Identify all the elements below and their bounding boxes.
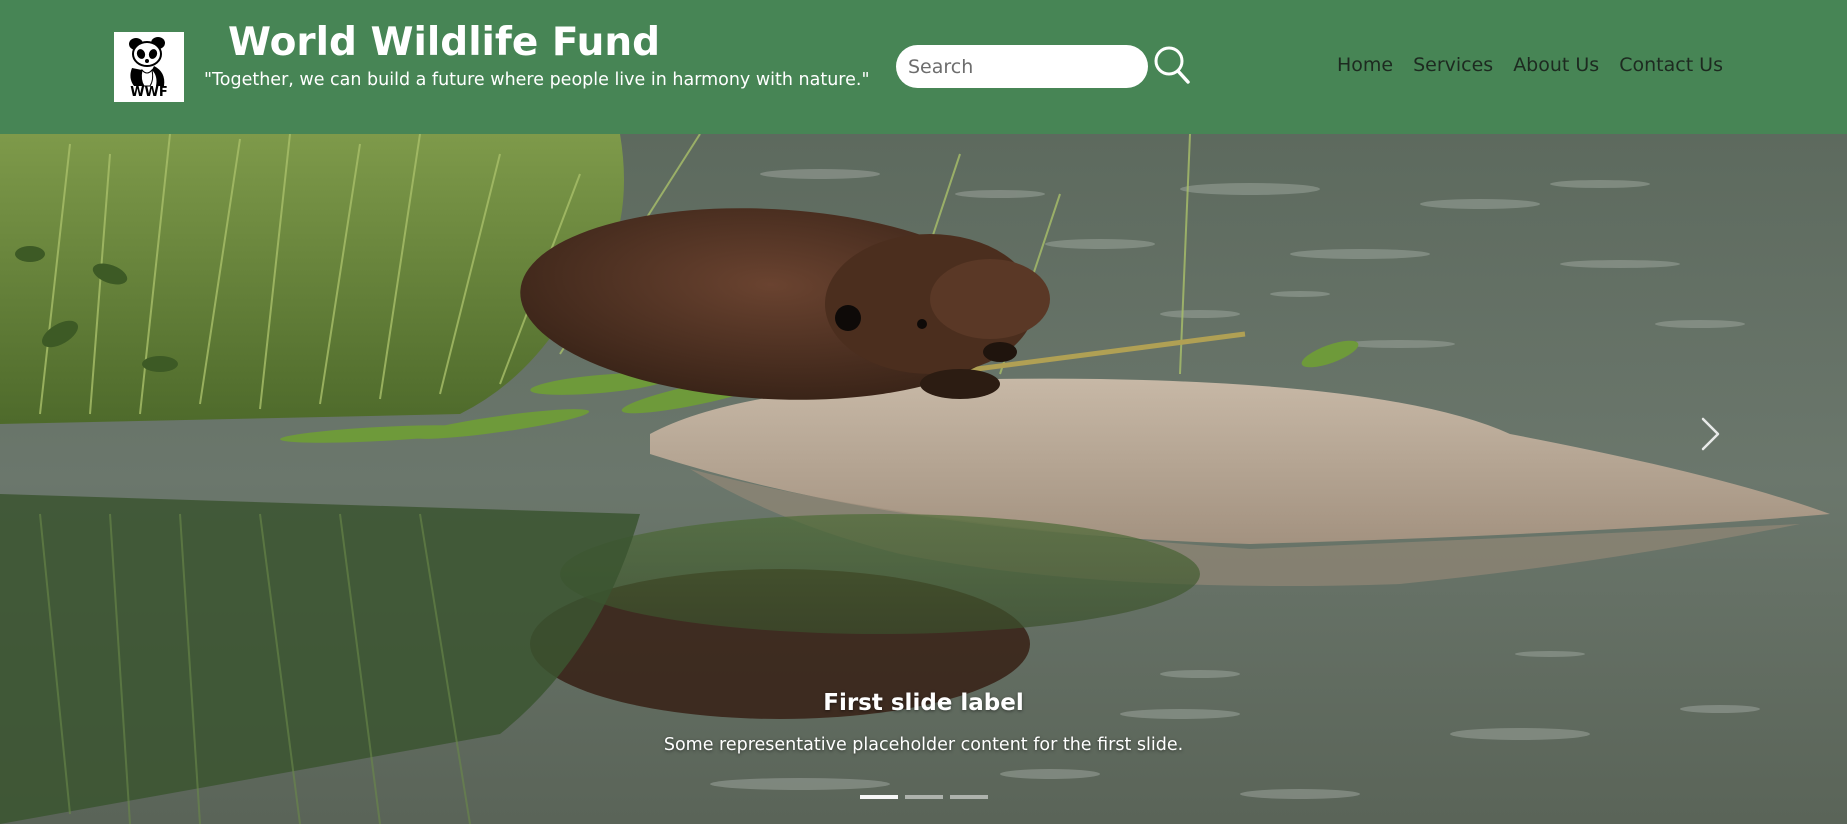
carousel-indicator-2[interactable] bbox=[905, 795, 943, 799]
carousel-indicator-1[interactable] bbox=[860, 795, 898, 799]
site-header: WWF World Wildlife Fund "Together, we ca… bbox=[0, 0, 1847, 134]
site-title: World Wildlife Fund bbox=[228, 20, 661, 65]
nav-home[interactable]: Home bbox=[1337, 54, 1393, 76]
nav-services[interactable]: Services bbox=[1413, 54, 1493, 76]
nav-about-us[interactable]: About Us bbox=[1513, 54, 1599, 76]
carousel-indicator-3[interactable] bbox=[950, 795, 988, 799]
search-box bbox=[896, 45, 1148, 88]
hero-carousel: First slide label Some representative pl… bbox=[0, 134, 1847, 824]
wwf-logo[interactable]: WWF bbox=[114, 32, 184, 102]
search-input[interactable] bbox=[908, 45, 1138, 88]
beaver-photo bbox=[0, 134, 1847, 824]
main-nav: Home Services About Us Contact Us bbox=[1337, 54, 1723, 76]
slide-caption-text: Some representative placeholder content … bbox=[663, 735, 1184, 755]
slide-caption-title: First slide label bbox=[823, 690, 1024, 716]
carousel-indicators bbox=[860, 795, 988, 799]
search-button[interactable] bbox=[1152, 44, 1192, 86]
logo-text: WWF bbox=[130, 85, 168, 100]
chevron-right-icon bbox=[1701, 417, 1720, 451]
carousel-next-button[interactable] bbox=[1690, 404, 1730, 464]
nav-contact-us[interactable]: Contact Us bbox=[1619, 54, 1723, 76]
site-tagline: "Together, we can build a future where p… bbox=[204, 70, 870, 90]
search-icon bbox=[1154, 46, 1190, 84]
